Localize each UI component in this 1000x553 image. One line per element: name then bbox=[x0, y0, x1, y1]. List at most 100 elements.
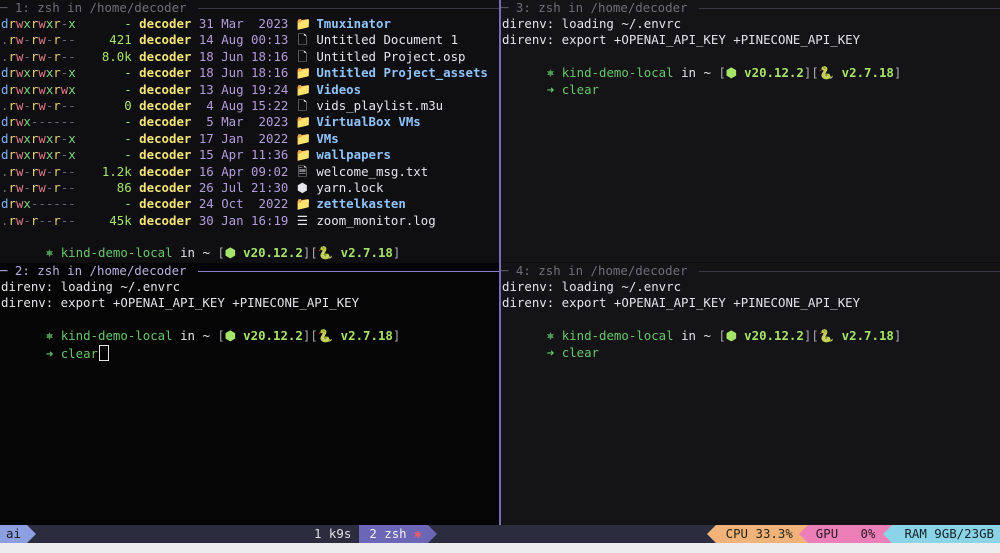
pane-4[interactable]: ─ 4: zsh in /home/decoder direnv: loadin… bbox=[501, 263, 1000, 525]
node-version: v20.12.2 bbox=[744, 65, 804, 81]
pane-title-text: 2: zsh in /home/decoder bbox=[7, 263, 194, 278]
file-date: 15 Apr 11:36 bbox=[198, 147, 289, 163]
pane-title-rule bbox=[698, 7, 1000, 9]
file-size: - bbox=[124, 65, 132, 81]
file-owner: decoder bbox=[139, 163, 192, 179]
window-tab-1[interactable]: 1 k9s bbox=[306, 525, 359, 543]
folder-icon: 📁 bbox=[295, 16, 312, 31]
gpu-usage: GPU 0% bbox=[807, 525, 884, 543]
log-file-icon: ☰ bbox=[296, 212, 308, 228]
window-bottom-edge bbox=[0, 543, 1000, 553]
folder-icon: 📁 bbox=[295, 81, 312, 97]
direnv-export-line: direnv: export +OPENAI_API_KEY +PINECONE… bbox=[1, 295, 360, 311]
pane-3[interactable]: ─ 3: zsh in /home/decoder direnv: loadin… bbox=[501, 0, 1000, 262]
list-item: .rw-rw-r-- 0 decoder 4 Aug 15:22 🗋 vids_p… bbox=[0, 98, 499, 114]
file-permissions: drwx------ bbox=[1, 196, 76, 212]
prompt-in: in bbox=[673, 328, 704, 344]
pane-title-lead: ─ bbox=[0, 0, 8, 15]
kube-context: kind-demo-local bbox=[60, 245, 173, 261]
session-name[interactable]: ai bbox=[0, 525, 27, 543]
direnv-loading-line: direnv: loading ~/.envrc bbox=[502, 16, 682, 31]
file-permissions: drwxrwxr-x bbox=[1, 130, 76, 146]
file-date: 13 Aug 19:24 bbox=[198, 81, 289, 97]
pane-1[interactable]: ─ 1: zsh in /home/decoder drwxrwxr-x - de… bbox=[0, 0, 499, 262]
cpu-separator-icon bbox=[706, 525, 716, 543]
file-name: Untitled Project_assets bbox=[316, 65, 488, 81]
python-icon: 🐍 bbox=[818, 65, 835, 81]
prompt-line: ⎈ kind-demo-local in ~ [⬢ v20.12.2][🐍 v2… bbox=[45, 328, 401, 344]
window-tab-2-label: 2 zsh bbox=[369, 526, 407, 541]
gpu-separator-icon bbox=[798, 525, 808, 543]
list-item: drwxrwxr-x - decoder 18 Jun 18:16 📁 Untit… bbox=[0, 65, 499, 81]
pane-title: ─ 3: zsh in /home/decoder bbox=[501, 0, 1000, 16]
pane-title: ─ 4: zsh in /home/decoder bbox=[501, 263, 1000, 279]
file-owner: decoder bbox=[139, 114, 192, 130]
file-owner: decoder bbox=[139, 32, 192, 48]
cpu-usage: CPU 33.3% bbox=[715, 525, 799, 543]
file-size: 421 bbox=[109, 32, 132, 48]
file-name: Tmuxinator bbox=[316, 16, 391, 31]
file-owner: decoder bbox=[139, 196, 192, 212]
file-date: 4 Aug 15:22 bbox=[198, 97, 289, 113]
file-icon: 🗋 bbox=[297, 32, 308, 48]
file-owner: decoder bbox=[139, 130, 192, 146]
file-size: 0 bbox=[124, 97, 132, 113]
file-date: 18 Jun 18:16 bbox=[198, 48, 289, 64]
prompt-line: ⎈ kind-demo-local in ~ [⬢ v20.12.2][🐍 v2… bbox=[45, 245, 401, 261]
file-date: 5 Mar 2023 bbox=[198, 114, 289, 130]
node-version: v20.12.2 bbox=[243, 328, 303, 344]
file-owner: decoder bbox=[139, 65, 192, 81]
list-item: .rw-rw-r-- 421 decoder 14 Aug 00:13 🗋 Unt… bbox=[0, 32, 499, 48]
kube-icon: ⎈ bbox=[546, 328, 555, 344]
tmux-window: ─ 1: zsh in /home/decoder drwxrwxr-x - de… bbox=[0, 0, 1000, 553]
prompt-in: in bbox=[172, 245, 203, 261]
file-permissions: .rw-rw-r-- bbox=[1, 163, 76, 179]
node-icon: ⬢ bbox=[224, 245, 236, 261]
file-size: - bbox=[124, 196, 132, 212]
pane-2-active[interactable]: ─ 2: zsh in /home/decoder direnv: loadin… bbox=[0, 263, 499, 525]
file-size: 1.2k bbox=[101, 163, 132, 179]
command-text[interactable]: clear bbox=[61, 346, 98, 361]
file-date: 18 Jun 18:16 bbox=[198, 65, 289, 81]
list-item: drwx------ - decoder 5 Mar 2023 📁 Virtual… bbox=[0, 114, 499, 130]
pane-title: ─ 1: zsh in /home/decoder bbox=[0, 0, 499, 16]
ram-separator-icon bbox=[883, 525, 893, 543]
prompt-in: in bbox=[172, 328, 203, 344]
yarn-icon: ⬢ bbox=[296, 179, 308, 195]
list-item: .rw-rw-r-- 86 decoder 26 Jul 21:30 ⬢ yarn… bbox=[0, 180, 499, 196]
python-version: v2.7.18 bbox=[340, 328, 393, 344]
text-file-icon: 🗎 bbox=[297, 163, 308, 179]
pane-title-text: 4: zsh in /home/decoder bbox=[508, 263, 695, 278]
file-date: 16 Apr 09:02 bbox=[198, 163, 289, 179]
python-version: v2.7.18 bbox=[841, 65, 894, 81]
pane-title-lead: ─ bbox=[0, 263, 8, 278]
kube-icon: ⎈ bbox=[45, 245, 54, 261]
file-name: yarn.lock bbox=[316, 179, 384, 195]
kube-icon: ⎈ bbox=[546, 65, 555, 81]
file-date: 14 Aug 00:13 bbox=[198, 32, 289, 48]
file-permissions: drwx------ bbox=[1, 114, 76, 130]
pane-title: ─ 2: zsh in /home/decoder bbox=[0, 263, 499, 279]
python-icon: 🐍 bbox=[317, 328, 334, 344]
file-name: Videos bbox=[316, 81, 362, 97]
file-permissions: .rw-rw-r-- bbox=[1, 32, 76, 48]
file-permissions: drwxrwxr-x bbox=[1, 16, 76, 31]
file-size: - bbox=[124, 130, 132, 146]
prompt-path: ~ bbox=[703, 65, 711, 81]
python-icon: 🐍 bbox=[317, 245, 334, 261]
zoom-icon: ✱ bbox=[414, 526, 422, 541]
node-version: v20.12.2 bbox=[243, 245, 303, 261]
prompt-in: in bbox=[673, 65, 704, 81]
folder-icon: 📁 bbox=[295, 65, 312, 81]
window-tab-2-active[interactable]: 2 zsh ✱ bbox=[359, 525, 428, 543]
command-text: clear bbox=[561, 344, 600, 360]
vertical-pane-divider[interactable] bbox=[499, 0, 501, 525]
file-permissions: .rw-rw-r-- bbox=[1, 97, 76, 113]
command-text: clear bbox=[561, 81, 600, 97]
pane-title-rule bbox=[197, 7, 499, 9]
prompt-arrow-icon: ➜ bbox=[546, 344, 555, 360]
session-separator-icon bbox=[26, 525, 36, 543]
file-date: 30 Jan 16:19 bbox=[198, 212, 289, 228]
list-item: drwx------ - decoder 24 Oct 2022 📁 zettel… bbox=[0, 196, 499, 212]
file-icon: 🗋 bbox=[297, 97, 308, 113]
